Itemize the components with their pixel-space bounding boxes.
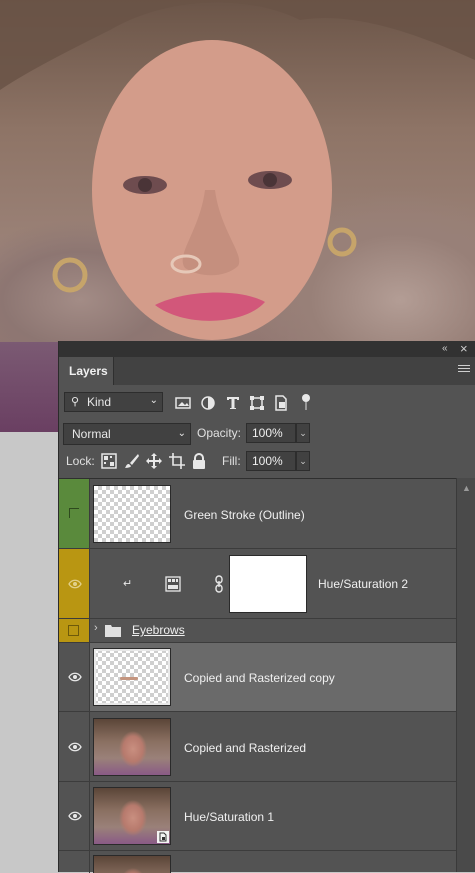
layers-scrollbar[interactable]: ▲	[456, 478, 475, 872]
layer-row[interactable]: Hue/Saturation 1	[59, 782, 456, 851]
chevron-down-icon: ⌄	[177, 428, 186, 439]
eye-icon	[68, 579, 82, 589]
lock-artboard-icon[interactable]	[169, 453, 185, 469]
layers-list: Green Stroke (Outline) ↵ Hue/Saturation …	[59, 478, 456, 873]
lock-image-pixels-icon[interactable]	[124, 453, 140, 469]
layer-mask-link-icon[interactable]	[214, 575, 224, 593]
opacity-dropdown-icon[interactable]: ⌄	[296, 423, 310, 443]
layer-row-partial[interactable]	[59, 851, 456, 873]
lock-row: Lock: Fill: 100% ⌄	[59, 447, 475, 477]
layer-row[interactable]: ↵ Hue/Saturation 2	[59, 549, 456, 619]
visibility-toggle[interactable]	[59, 712, 90, 781]
layer-name[interactable]: Copied and Rasterized	[184, 741, 306, 755]
layer-thumbnail[interactable]	[93, 485, 171, 543]
visibility-off-icon	[69, 508, 79, 518]
blend-mode-select[interactable]: Normal ⌄	[63, 423, 191, 445]
hue-saturation-adjustment-icon	[165, 576, 181, 592]
folder-icon	[105, 625, 121, 637]
collapse-panel-icon[interactable]: «	[442, 342, 448, 356]
eye-icon	[68, 811, 82, 821]
layer-name[interactable]: Hue/Saturation 1	[184, 810, 274, 824]
layer-row[interactable]: Green Stroke (Outline)	[59, 479, 456, 549]
layer-name[interactable]: Green Stroke (Outline)	[184, 508, 305, 522]
panel-tab-row: Layers	[59, 357, 475, 385]
visibility-toggle[interactable]	[59, 643, 90, 711]
eye-icon	[68, 672, 82, 682]
adjustment-filter-icon[interactable]	[200, 395, 216, 411]
lock-label: Lock:	[66, 454, 95, 468]
opacity-field[interactable]: 100%	[246, 423, 296, 443]
layer-thumbnail[interactable]	[93, 648, 171, 706]
layer-name[interactable]: Copied and Rasterized copy	[184, 671, 335, 685]
clipping-mask-icon: ↵	[123, 578, 133, 590]
visibility-toggle[interactable]	[59, 782, 90, 850]
visibility-toggle[interactable]	[59, 479, 90, 548]
shape-filter-icon[interactable]	[249, 395, 265, 411]
canvas-edge-strip	[0, 342, 60, 432]
scroll-up-icon[interactable]: ▲	[462, 483, 471, 493]
fill-dropdown-icon[interactable]: ⌄	[296, 451, 310, 471]
close-panel-icon[interactable]: ×	[460, 342, 468, 355]
fill-field[interactable]: 100%	[246, 451, 296, 471]
type-filter-icon[interactable]	[225, 395, 241, 411]
filter-toggle-bar	[305, 402, 307, 410]
lock-transparent-pixels-icon[interactable]	[101, 453, 117, 469]
layer-thumbnail[interactable]	[93, 855, 171, 873]
filter-kind-label: Kind	[87, 395, 112, 409]
lock-all-icon[interactable]	[191, 453, 207, 469]
visibility-toggle[interactable]	[59, 851, 90, 873]
visibility-toggle[interactable]	[59, 549, 90, 618]
filter-row: ⚲ Kind ⌄	[59, 385, 475, 417]
blend-mode-value: Normal	[72, 427, 111, 441]
image-filter-icon[interactable]	[175, 395, 191, 411]
tab-layers[interactable]: Layers	[59, 357, 114, 385]
filter-toggle-icon[interactable]	[302, 394, 310, 402]
blend-row: Normal ⌄ Opacity: 100% ⌄	[59, 417, 475, 447]
layer-row[interactable]: Copied and Rasterized	[59, 712, 456, 782]
layer-group-row[interactable]: › Eyebrows	[59, 619, 456, 643]
eyebrow-fragment	[120, 677, 138, 680]
panel-menu-icon[interactable]	[458, 363, 470, 374]
smart-object-badge-icon	[157, 831, 169, 843]
layer-name[interactable]: Hue/Saturation 2	[318, 577, 408, 591]
opacity-label: Opacity:	[197, 426, 242, 440]
layer-thumbnail[interactable]	[93, 718, 171, 776]
chevron-right-icon[interactable]: ›	[94, 622, 98, 634]
panel-title-bar[interactable]: « ×	[59, 341, 475, 357]
layer-name[interactable]: Eyebrows	[132, 623, 185, 637]
layers-panel: « × Layers ⚲ Kind ⌄ Normal ⌄ Opacity: 10…	[58, 341, 475, 873]
eye-icon	[68, 742, 82, 752]
visibility-off-icon	[68, 625, 79, 636]
search-icon: ⚲	[71, 396, 80, 408]
smart-object-filter-icon[interactable]	[273, 395, 289, 411]
layer-thumbnail[interactable]	[93, 787, 171, 845]
layer-row-selected[interactable]: Copied and Rasterized copy	[59, 643, 456, 712]
fill-label: Fill:	[222, 454, 241, 468]
filter-kind-select[interactable]: ⚲ Kind ⌄	[64, 392, 163, 412]
chevron-down-icon: ⌄	[149, 395, 158, 406]
visibility-toggle[interactable]	[59, 619, 90, 642]
lock-position-icon[interactable]	[146, 453, 162, 469]
layer-mask-thumbnail[interactable]	[229, 555, 307, 613]
